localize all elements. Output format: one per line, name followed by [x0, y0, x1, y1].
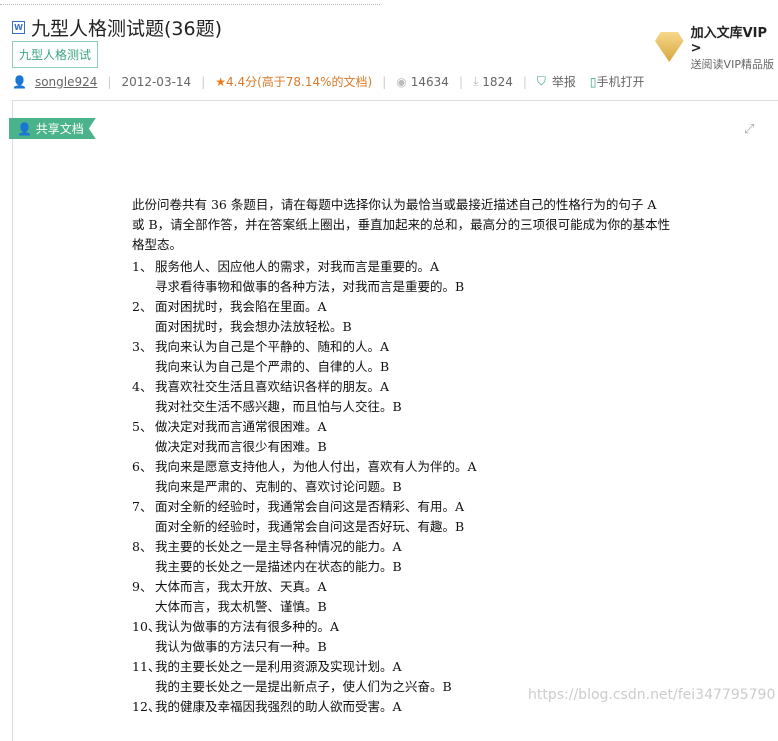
question-number: 4、	[132, 379, 153, 394]
question-number: 8、	[132, 539, 153, 554]
option-text: 我主要的长处之一是主导各种情况的能力。A	[155, 539, 402, 554]
question-number: 9、	[132, 579, 153, 594]
word-doc-icon: W	[12, 21, 25, 34]
question-option-a: 3、 我向来认为自己是个平静的、随和的人。A	[132, 337, 672, 357]
page-title: W 九型人格测试题(36题)	[12, 14, 222, 41]
user-icon: 👤	[12, 74, 27, 89]
question-option-a: 9、 大体而言，我太开放、天真。A	[132, 577, 672, 597]
question-option-a: 7、 面对全新的经验时，我通常会自问这是否精彩、有用。A	[132, 497, 672, 517]
option-text: 面对困扰时，我会陷在里面。A	[155, 299, 327, 314]
document-content: 此份问卷共有 36 条题目，请在每题中选择你认为最恰当或最接近描述自己的性格行为…	[132, 195, 672, 717]
phone-icon: ▯	[589, 74, 597, 89]
report-link[interactable]: 举报	[552, 73, 576, 90]
question-option-b: 我主要的长处之一是描述内在状态的能力。B	[155, 559, 402, 574]
question-option-b: 大体而言，我太机警、谨慎。B	[155, 599, 327, 614]
question-option-b: 我向来认为自己是个严肃的、自律的人。B	[155, 359, 390, 374]
vip-promo[interactable]: 加入文库VIP > 送阅读VIP精品版	[655, 22, 778, 72]
watermark: https://blog.csdn.net/fei347795790	[528, 687, 776, 703]
intro-paragraph: 此份问卷共有 36 条题目，请在每题中选择你认为最恰当或最接近描述自己的性格行为…	[132, 197, 671, 252]
question-number: 1、	[132, 259, 153, 274]
question-option-a: 8、 我主要的长处之一是主导各种情况的能力。A	[132, 537, 672, 557]
option-text: 做决定对我而言通常很困难。A	[155, 419, 327, 434]
option-text: 我喜欢社交生活且喜欢结识各样的朋友。A	[155, 379, 390, 394]
question-option-b: 面对困扰时，我会想办法放轻松。B	[155, 319, 352, 334]
question-number: 2、	[132, 299, 153, 314]
question-option-a: 4、 我喜欢社交生活且喜欢结识各样的朋友。A	[132, 377, 672, 397]
question-option-b: 我认为做事的方法只有一种。B	[155, 639, 327, 654]
breadcrumb	[0, 0, 380, 5]
rating: 4.4分(高于78.14%的文档)	[226, 75, 373, 89]
option-text: 大体而言，我太开放、天真。A	[155, 579, 327, 594]
question-number: 3、	[132, 339, 153, 354]
fullscreen-icon[interactable]: ⤢	[744, 122, 754, 137]
option-text: 面对全新的经验时，我通常会自问这是否精彩、有用。A	[155, 499, 465, 514]
question-option-a: 10、我认为做事的方法有很多种的。A	[132, 617, 672, 637]
question-number: 6、	[132, 459, 153, 474]
question-option-b: 面对全新的经验时，我通常会自问这是否好玩、有趣。B	[155, 519, 465, 534]
question-number: 11、	[132, 659, 161, 674]
question-number: 12、	[132, 699, 161, 714]
question-option-b: 做决定对我而言很少有困难。B	[155, 439, 327, 454]
question-option-b: 我向来是严肃的、克制的、喜欢讨论问题。B	[155, 479, 402, 494]
question-option-a: 1、 服务他人、因应他人的需求，对我而言是重要的。A	[132, 257, 672, 277]
question-number: 5、	[132, 419, 153, 434]
mobile-open-link[interactable]: 手机打开	[597, 73, 645, 90]
download-count: 1824	[482, 74, 513, 89]
diamond-icon	[655, 32, 684, 62]
option-text: 我认为做事的方法有很多种的。A	[155, 619, 340, 634]
option-text: 我的主要长处之一是利用资源及实现计划。A	[155, 659, 402, 674]
question-option-a: 6、 我向来是愿意支持他人，为他人付出，喜欢有人为伴的。A	[132, 457, 672, 477]
question-option-b: 我对社交生活不感兴趣，而且怕与人交往。B	[155, 399, 402, 414]
vip-subtitle: 送阅读VIP精品版	[690, 58, 774, 71]
user-icon: 👤	[17, 122, 36, 136]
upload-date: 2012-03-14	[121, 74, 192, 89]
question-number: 7、	[132, 499, 153, 514]
question-option-a: 5、 做决定对我而言通常很困难。A	[132, 417, 672, 437]
doc-meta: 👤 songle924 | 2012-03-14 | ★ 4.4分(高于78.14%的…	[12, 73, 645, 90]
view-count: 14634	[410, 74, 449, 89]
question-number: 10、	[132, 619, 161, 634]
question-option-b: 寻求看待事物和做事的各种方法，对我而言是重要的。B	[155, 279, 465, 294]
question-option-a: 11、我的主要长处之一是利用资源及实现计划。A	[132, 657, 672, 677]
star-icon: ★	[215, 74, 226, 89]
eye-icon: ◉	[396, 74, 407, 89]
option-text: 我向来是愿意支持他人，为他人付出，喜欢有人为伴的。A	[155, 459, 477, 474]
vip-title: 加入文库VIP >	[690, 26, 767, 56]
question-option-a: 2、 面对困扰时，我会陷在里面。A	[132, 297, 672, 317]
option-text: 服务他人、因应他人的需求，对我而言是重要的。A	[155, 259, 440, 274]
doc-tag[interactable]: 九型人格测试	[12, 41, 99, 68]
shield-icon: ⛉	[536, 74, 546, 88]
author-link[interactable]: songle924	[35, 75, 97, 89]
option-text: 我的健康及幸福因我强烈的助人欲而受害。A	[155, 699, 402, 714]
option-text: 我向来认为自己是个平静的、随和的人。A	[155, 339, 390, 354]
download-icon: ⤓	[472, 74, 479, 88]
share-badge: 👤 共享文档	[9, 118, 96, 139]
